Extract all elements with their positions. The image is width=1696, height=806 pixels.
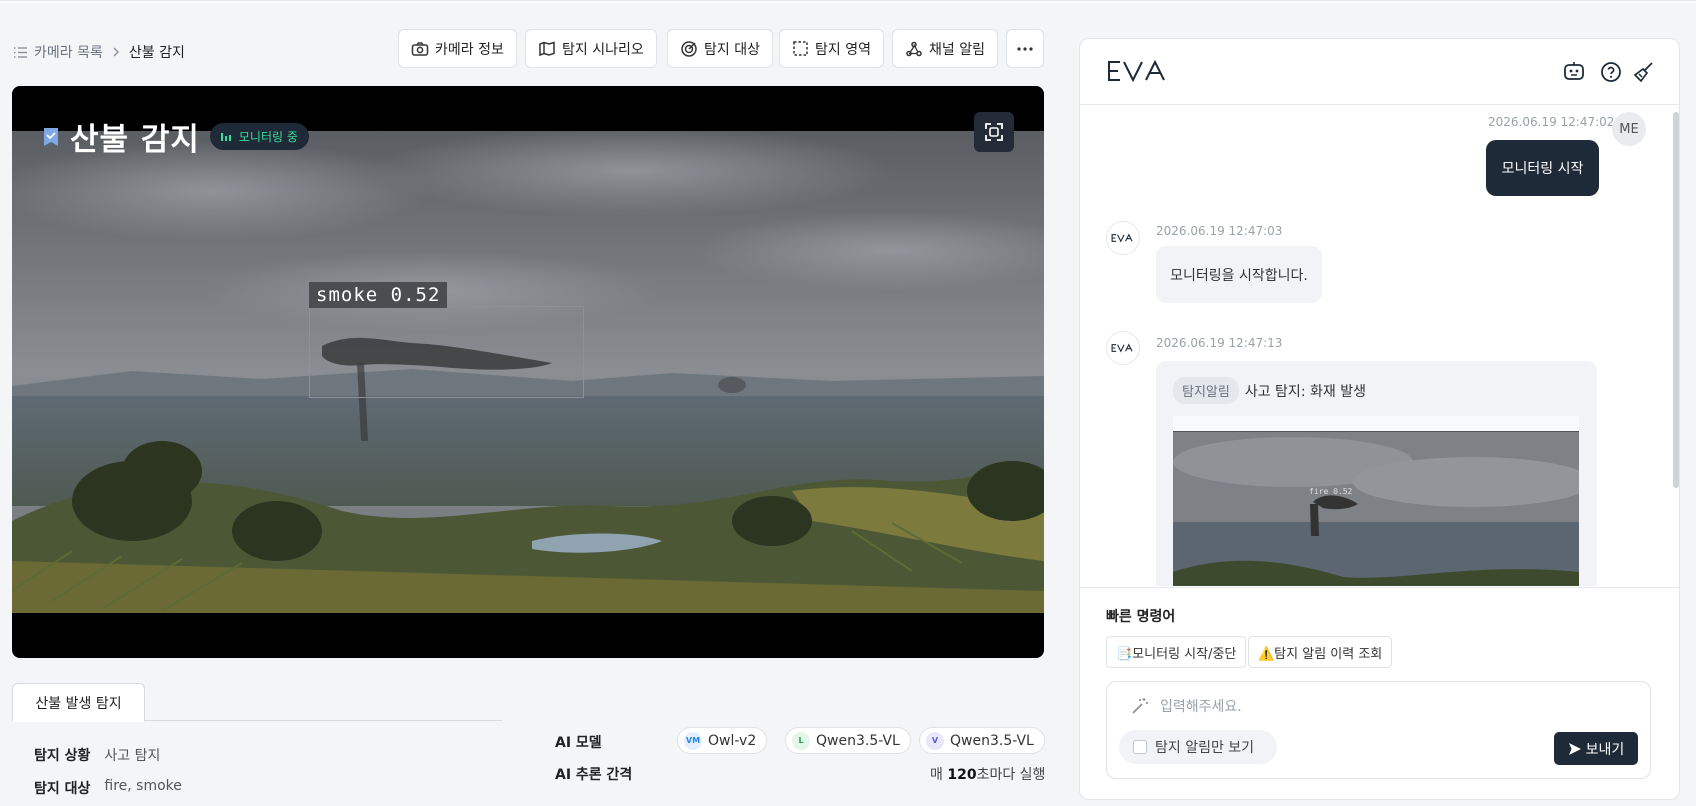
eva-alert-message: 탐지알림 사고 탐지: 화재 발생 fire 0.52 xyxy=(1156,361,1597,586)
avatar-me: ME xyxy=(1612,112,1646,146)
detection-label: smoke 0.52 xyxy=(309,282,448,308)
video-title-group: 산불 감지 모니터링 중 xyxy=(42,114,309,159)
target-button[interactable]: 탐지 대상 xyxy=(667,29,773,68)
more-icon xyxy=(1017,46,1033,51)
model-chip-qwen-v: V Qwen3.5-VL xyxy=(919,727,1045,754)
bookmark-check-icon xyxy=(44,127,58,146)
chat-messages[interactable]: 2026.06.19 12:47:02 ME 모니터링 시작 2026.06.1… xyxy=(1080,106,1679,586)
eva-logo xyxy=(1106,59,1172,87)
chevron-right-icon xyxy=(113,47,119,57)
alert-text: 사고 탐지: 화재 발생 xyxy=(1244,383,1366,400)
quick-command-title: 빠른 명령어 xyxy=(1106,609,1176,625)
interval-number: 120 xyxy=(947,767,977,783)
avatar-eva xyxy=(1106,221,1140,255)
interval-prefix: 매 xyxy=(930,767,948,783)
model-name: Qwen3.5-VL xyxy=(950,732,1034,749)
chat-header xyxy=(1080,39,1679,105)
message-timestamp: 2026.06.19 12:47:13 xyxy=(1156,336,1283,350)
alert-tag: 탐지알림 xyxy=(1173,377,1239,404)
v-icon: V xyxy=(926,731,944,750)
detection-bounding-box xyxy=(309,306,584,398)
monitoring-status-label: 모니터링 중 xyxy=(238,130,298,144)
bot-icon[interactable] xyxy=(1563,61,1585,87)
video-title: 산불 감지 xyxy=(70,122,200,158)
send-button[interactable]: 보내기 xyxy=(1554,732,1638,765)
vm-icon: VM xyxy=(684,731,702,750)
alert-header: 탐지알림 사고 탐지: 화재 발생 xyxy=(1173,377,1366,404)
quick-command-alert-history[interactable]: ⚠️탐지 알림 이력 조회 xyxy=(1248,636,1393,668)
webhook-icon xyxy=(906,41,922,56)
target-label: 탐지 대상 xyxy=(704,41,760,58)
send-label: 보내기 xyxy=(1585,741,1625,758)
message-timestamp: 2026.06.19 12:47:02 xyxy=(1488,115,1615,129)
alert-only-checkbox[interactable]: 탐지 알림만 보기 xyxy=(1119,730,1277,764)
ai-interval-value: 매 120초마다 실행 xyxy=(930,764,1045,784)
chat-scrollbar[interactable] xyxy=(1673,112,1679,488)
alert-only-label: 탐지 알림만 보기 xyxy=(1155,740,1255,756)
channel-alert-button[interactable]: 채널 알림 xyxy=(892,29,998,68)
target-label-static: 탐지 대상 xyxy=(34,781,91,797)
user-message: 모니터링 시작 xyxy=(1486,140,1599,196)
scan-frame-icon xyxy=(985,123,1003,141)
target-icon xyxy=(681,40,697,57)
situation-value: 사고 탐지 xyxy=(104,748,161,764)
model-chip-owl: VM Owl-v2 xyxy=(677,727,768,754)
alert-snapshot-image[interactable]: fire 0.52 xyxy=(1173,431,1579,586)
breadcrumb-camera-list[interactable]: 카메라 목록 xyxy=(34,42,103,62)
thumb-detection-label: fire 0.52 xyxy=(1309,487,1353,496)
situation-label: 탐지 상황 xyxy=(34,748,91,764)
send-icon xyxy=(1568,742,1581,755)
target-value: fire, smoke xyxy=(104,778,182,794)
thumb-frame xyxy=(1173,416,1579,432)
breadcrumb-current: 산불 감지 xyxy=(128,45,185,61)
signal-bars-icon xyxy=(220,132,231,141)
breadcrumb: 카메라 목록 산불 감지 xyxy=(13,42,185,62)
interval-suffix: 초마다 실행 xyxy=(976,767,1046,783)
chat-input-placeholder[interactable]: 입력해주세요. xyxy=(1160,696,1242,716)
eva-message: 모니터링을 시작합니다. xyxy=(1156,246,1322,303)
channel-alert-label: 채널 알림 xyxy=(929,41,985,58)
quick-command-area: 빠른 명령어 📑모니터링 시작/중단 ⚠️탐지 알림 이력 조회 입력해주세요.… xyxy=(1080,587,1679,799)
magic-wand-icon xyxy=(1132,698,1148,714)
area-select-icon xyxy=(793,41,808,56)
more-button[interactable] xyxy=(1006,29,1044,68)
model-name: Owl-v2 xyxy=(708,732,757,749)
quick-command-monitoring-toggle[interactable]: 📑모니터링 시작/중단 xyxy=(1106,636,1247,668)
model-chip-qwen-l: L Qwen3.5-VL xyxy=(785,727,911,754)
video-player[interactable]: smoke 0.52 산불 감지 모니터링 중 xyxy=(12,86,1044,658)
avatar-eva xyxy=(1106,331,1140,365)
target-row: 탐지 대상 fire, smoke xyxy=(34,778,182,798)
help-icon[interactable] xyxy=(1600,61,1622,87)
map-book-icon xyxy=(539,40,555,56)
checkbox-box[interactable] xyxy=(1133,740,1147,754)
model-name: Qwen3.5-VL xyxy=(816,732,900,749)
scenario-button[interactable]: 탐지 시나리오 xyxy=(525,29,657,68)
area-button[interactable]: 탐지 영역 xyxy=(779,29,884,68)
detail-tab-bar: 산불 발생 탐지 xyxy=(12,683,502,722)
l-icon: L xyxy=(792,731,810,750)
top-border xyxy=(0,0,1696,3)
situation-row: 탐지 상황 사고 탐지 xyxy=(34,745,160,765)
camera-info-label: 카메라 정보 xyxy=(435,41,504,58)
camera-info-button[interactable]: 카메라 정보 xyxy=(398,29,517,68)
message-timestamp: 2026.06.19 12:47:03 xyxy=(1156,224,1283,238)
clear-brush-icon[interactable] xyxy=(1633,61,1655,87)
chat-panel: 2026.06.19 12:47:02 ME 모니터링 시작 2026.06.1… xyxy=(1079,38,1680,800)
monitoring-status-badge: 모니터링 중 xyxy=(209,123,309,150)
scenario-label: 탐지 시나리오 xyxy=(562,41,644,58)
list-icon xyxy=(14,46,27,58)
camera-icon xyxy=(411,41,429,56)
ai-interval-label: AI 추론 간격 xyxy=(555,767,633,783)
ai-model-label: AI 모델 xyxy=(555,735,602,751)
tab-fire-detection[interactable]: 산불 발생 탐지 xyxy=(12,683,145,722)
area-label: 탐지 영역 xyxy=(815,41,871,58)
capture-button[interactable] xyxy=(974,112,1014,152)
chat-input-box[interactable]: 입력해주세요. 탐지 알림만 보기 보내기 xyxy=(1106,681,1651,779)
